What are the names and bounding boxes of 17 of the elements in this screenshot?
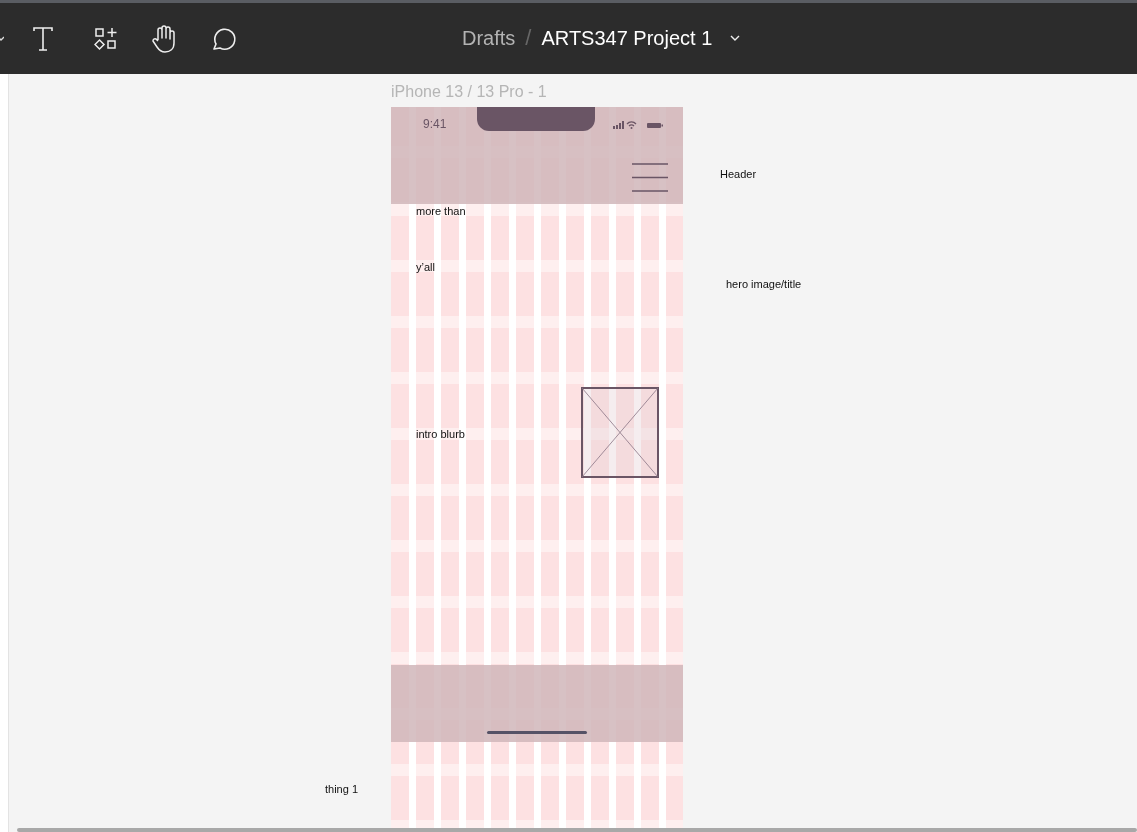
- annotation-text[interactable]: hero image/title: [726, 278, 802, 290]
- frame-text: more than: [416, 205, 466, 217]
- hand-icon[interactable]: [150, 23, 178, 54]
- shapes-icon[interactable]: [94, 26, 118, 51]
- breadcrumb-link[interactable]: Drafts: [462, 26, 516, 50]
- status-time: 9:41: [423, 117, 447, 131]
- frame-text: intro blurb: [416, 428, 465, 440]
- annotation-text[interactable]: Header: [720, 168, 757, 180]
- annotation-text[interactable]: thing 1: [325, 783, 359, 795]
- file-title[interactable]: ARTS347 Project 1: [541, 26, 713, 50]
- breadcrumb-separator: /: [525, 25, 532, 51]
- chevron-down-icon[interactable]: [730, 35, 741, 41]
- frame-text: y’all: [416, 261, 435, 273]
- text-tool-icon[interactable]: [32, 25, 54, 52]
- status-icons: [613, 121, 663, 129]
- menu-icon[interactable]: [632, 163, 668, 193]
- chevron-icon[interactable]: [0, 34, 4, 43]
